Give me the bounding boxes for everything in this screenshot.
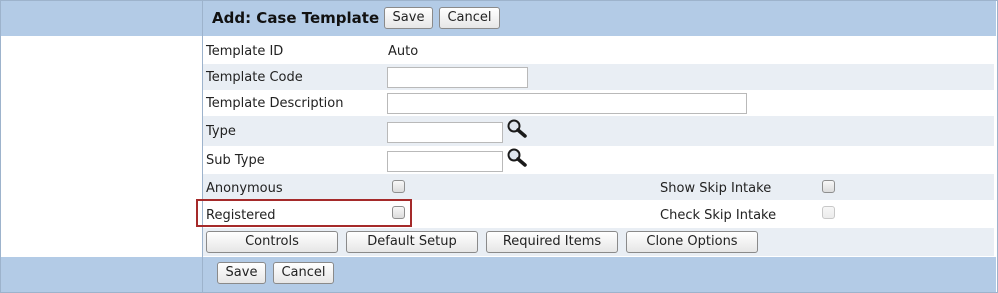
header-cancel-button[interactable]: Cancel [439, 7, 500, 29]
template-id-value: Auto [388, 44, 419, 59]
row-template-code [203, 64, 994, 90]
template-code-input[interactable] [387, 67, 528, 88]
check-skip-intake-label: Check Skip Intake [660, 208, 777, 223]
sub-type-label: Sub Type [206, 153, 265, 168]
clone-options-button[interactable]: Clone Options [626, 231, 758, 253]
page-title: Add: Case Template [212, 9, 380, 27]
check-skip-intake-checkbox [822, 206, 835, 219]
default-setup-button[interactable]: Default Setup [346, 231, 478, 253]
anonymous-checkbox[interactable] [392, 180, 405, 193]
show-skip-intake-label: Show Skip Intake [660, 181, 772, 196]
row-template-id [203, 38, 994, 64]
show-skip-intake-checkbox[interactable] [822, 180, 835, 193]
row-type [203, 116, 994, 146]
header-save-button[interactable]: Save [384, 7, 433, 29]
row-sub-type [203, 146, 994, 174]
footer-bar [1, 257, 996, 292]
footer-divider [202, 257, 203, 292]
anonymous-label: Anonymous [206, 181, 283, 196]
type-label: Type [206, 124, 236, 139]
sub-type-input[interactable] [387, 151, 503, 172]
template-id-label: Template ID [206, 44, 284, 59]
type-input[interactable] [387, 122, 503, 143]
sub-type-magnifier-icon[interactable] [506, 147, 528, 167]
controls-button[interactable]: Controls [206, 231, 338, 253]
footer-cancel-button[interactable]: Cancel [273, 262, 334, 284]
footer-save-button[interactable]: Save [217, 262, 266, 284]
required-items-button[interactable]: Required Items [486, 231, 618, 253]
type-magnifier-icon[interactable] [506, 118, 528, 138]
template-code-label: Template Code [206, 70, 303, 85]
row-anonymous [203, 174, 994, 200]
template-description-input[interactable] [387, 93, 747, 114]
template-description-label: Template Description [206, 96, 344, 111]
registered-highlight-box [196, 199, 412, 227]
